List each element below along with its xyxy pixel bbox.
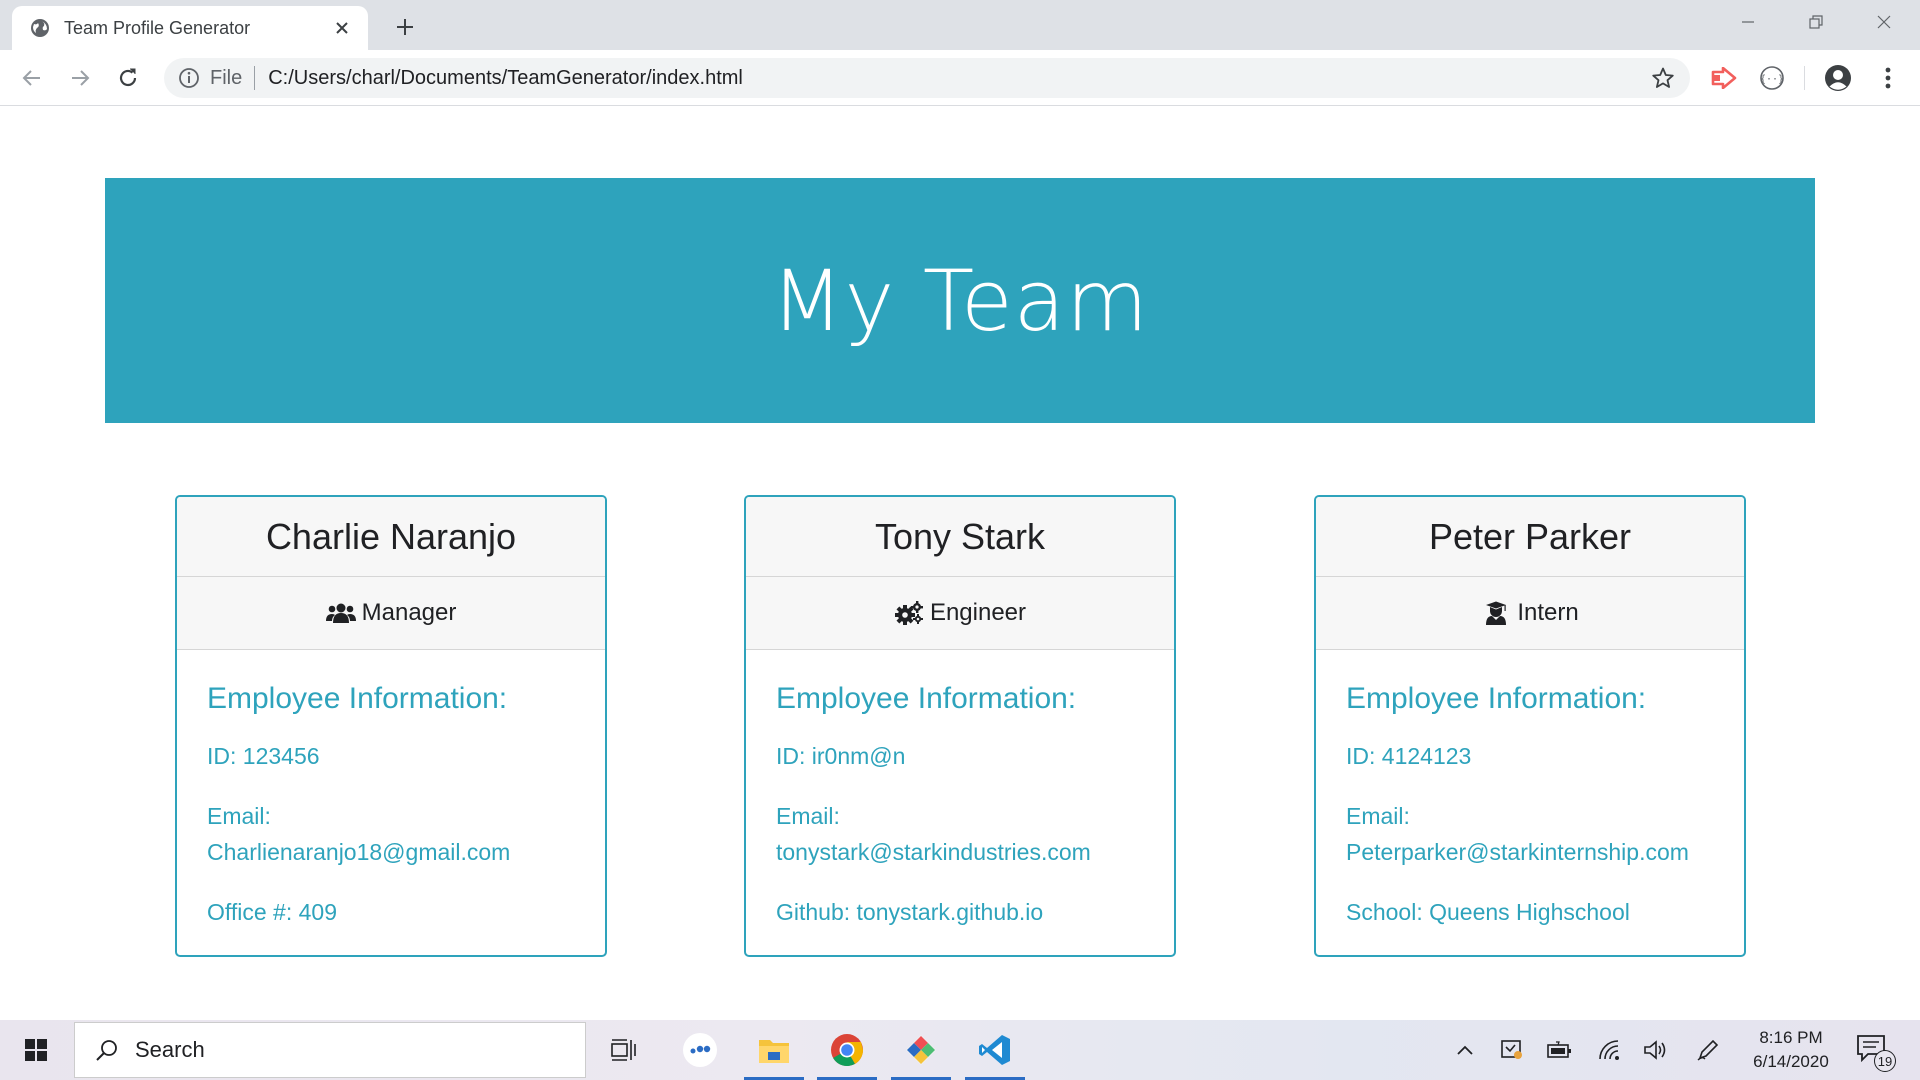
employee-role-label: Intern	[1517, 599, 1579, 626]
employee-github[interactable]: Github: tonystark.github.io	[776, 894, 1144, 930]
team-header-banner: My Team	[105, 178, 1815, 423]
pen-icon[interactable]	[1694, 1036, 1722, 1064]
tray-overflow-chevron-icon[interactable]	[1451, 1036, 1479, 1064]
vscode-icon	[979, 1035, 1010, 1065]
employee-id: ID: 123456	[207, 743, 320, 769]
taskbar-sourcetree[interactable]	[891, 1020, 951, 1080]
address-bar[interactable]: File C:/Users/charl/Documents/TeamGenera…	[164, 58, 1690, 98]
tab-title: Team Profile Generator	[64, 17, 251, 38]
employee-email: Email: Charlienaranjo18@gmail.com	[207, 798, 575, 870]
employee-name: Tony Stark	[746, 497, 1174, 577]
arrow-right-icon	[72, 70, 90, 86]
browser-tab[interactable]: Team Profile Generator	[12, 6, 368, 50]
employee-info: Employee Information: ID: 4124123 Email:…	[1316, 650, 1744, 930]
users-icon	[325, 600, 356, 626]
email-link[interactable]: Charlienaranjo18@gmail.com	[207, 839, 510, 865]
back-button[interactable]	[14, 60, 50, 96]
employee-name: Charlie Naranjo	[177, 497, 605, 577]
restore-icon	[1809, 15, 1823, 29]
taskbar-search-box[interactable]: Search	[74, 1022, 586, 1078]
employee-role: Manager	[177, 577, 605, 650]
wifi-icon[interactable]	[1596, 1036, 1624, 1064]
employee-card: Peter Parker Intern Employee Information…	[1314, 495, 1746, 957]
system-clock[interactable]: 8:16 PM 6/14/2020	[1736, 1026, 1846, 1074]
arrow-left-icon	[22, 70, 40, 86]
url-scheme-label: File	[210, 66, 243, 89]
employee-name: Peter Parker	[1316, 497, 1744, 577]
close-icon	[1877, 15, 1891, 29]
url-text[interactable]: C:/Users/charl/Documents/TeamGenerator/i…	[268, 67, 1650, 90]
restore-window-button[interactable]	[1782, 0, 1850, 44]
employee-role: Engineer	[746, 577, 1174, 650]
info-heading: Employee Information:	[1346, 682, 1647, 715]
toolbar-divider	[1804, 66, 1805, 90]
code-extension-icon[interactable]: {··}	[1758, 64, 1786, 92]
employee-email: Email: tonystark@starkindustries.com	[776, 798, 1144, 870]
email-link[interactable]: tonystark@starkindustries.com	[776, 839, 1091, 865]
page-title: My Team	[771, 251, 1149, 350]
profile-avatar-icon[interactable]	[1824, 64, 1852, 92]
notification-count-badge: 19	[1874, 1050, 1896, 1072]
email-label: Email:	[1346, 803, 1410, 829]
employee-school: School: Queens Highschool	[1346, 899, 1630, 925]
employee-email: Email: Peterparker@starkinternship.com	[1346, 798, 1714, 870]
employee-role-label: Manager	[361, 599, 457, 626]
employee-role: Intern	[1316, 577, 1744, 650]
minimize-icon	[1742, 21, 1754, 23]
taskbar-file-explorer[interactable]	[744, 1020, 804, 1080]
bookmark-star-icon[interactable]	[1650, 65, 1676, 91]
employee-card: Tony Stark Engineer Employee Information…	[744, 495, 1176, 957]
search-icon	[96, 1040, 117, 1061]
employee-card: Charlie Naranjo Manager Employee Informa…	[175, 495, 607, 957]
diamond-app-icon	[906, 1035, 936, 1065]
employee-office: Office #: 409	[207, 899, 337, 925]
folder-icon	[759, 1040, 789, 1063]
cogs-icon	[894, 600, 924, 626]
reload-icon	[119, 68, 137, 87]
email-link[interactable]: Peterparker@starkinternship.com	[1346, 839, 1689, 865]
tray-app-icon[interactable]	[1498, 1036, 1526, 1064]
task-view-button[interactable]	[594, 1020, 654, 1080]
employee-info: Employee Information: ID: ir0nm@n Email:…	[746, 650, 1174, 930]
address-divider	[254, 66, 256, 90]
notification-center-button[interactable]: 19	[1856, 1034, 1896, 1072]
cast-extension-icon[interactable]	[1710, 64, 1738, 92]
start-button[interactable]	[0, 1020, 72, 1080]
battery-icon[interactable]	[1546, 1036, 1574, 1064]
kebab-menu-icon[interactable]	[1874, 64, 1902, 92]
reload-button[interactable]	[110, 60, 146, 96]
minimize-window-button[interactable]	[1714, 0, 1782, 44]
employee-role-label: Engineer	[929, 599, 1027, 626]
clock-date: 6/14/2020	[1753, 1052, 1829, 1071]
taskbar-chrome[interactable]	[817, 1020, 877, 1080]
volume-icon[interactable]	[1642, 1036, 1670, 1064]
windows-logo-icon	[25, 1039, 47, 1061]
employee-id: ID: 4124123	[1346, 743, 1472, 769]
close-tab-icon[interactable]	[330, 16, 354, 40]
close-window-button[interactable]	[1850, 0, 1918, 44]
svg-text:{··}: {··}	[1760, 74, 1784, 85]
info-heading: Employee Information:	[776, 682, 1077, 715]
task-view-icon	[611, 1039, 636, 1061]
taskbar-app-dots[interactable]	[670, 1020, 730, 1080]
info-icon[interactable]	[178, 67, 200, 89]
forward-button[interactable]	[62, 60, 98, 96]
taskbar-vscode[interactable]	[965, 1020, 1025, 1080]
employee-id: ID: ir0nm@n	[776, 743, 906, 769]
app-dots-icon	[683, 1033, 717, 1067]
globe-icon	[31, 19, 49, 37]
email-label: Email:	[776, 803, 840, 829]
employee-info: Employee Information: ID: 123456 Email: …	[177, 650, 605, 930]
browser-tab-bar: Team Profile Generator	[0, 0, 1920, 50]
new-tab-button[interactable]	[390, 12, 420, 42]
chrome-icon	[831, 1034, 864, 1067]
taskbar: Search 8:16 PM 6/14/2020 19	[0, 1020, 1920, 1080]
email-label: Email:	[207, 803, 271, 829]
plus-icon	[397, 19, 413, 35]
browser-toolbar: File C:/Users/charl/Documents/TeamGenera…	[0, 50, 1920, 106]
graduate-icon	[1481, 600, 1511, 626]
info-heading: Employee Information:	[207, 682, 508, 715]
clock-time: 8:16 PM	[1759, 1028, 1823, 1047]
search-label: Search	[135, 1037, 205, 1062]
